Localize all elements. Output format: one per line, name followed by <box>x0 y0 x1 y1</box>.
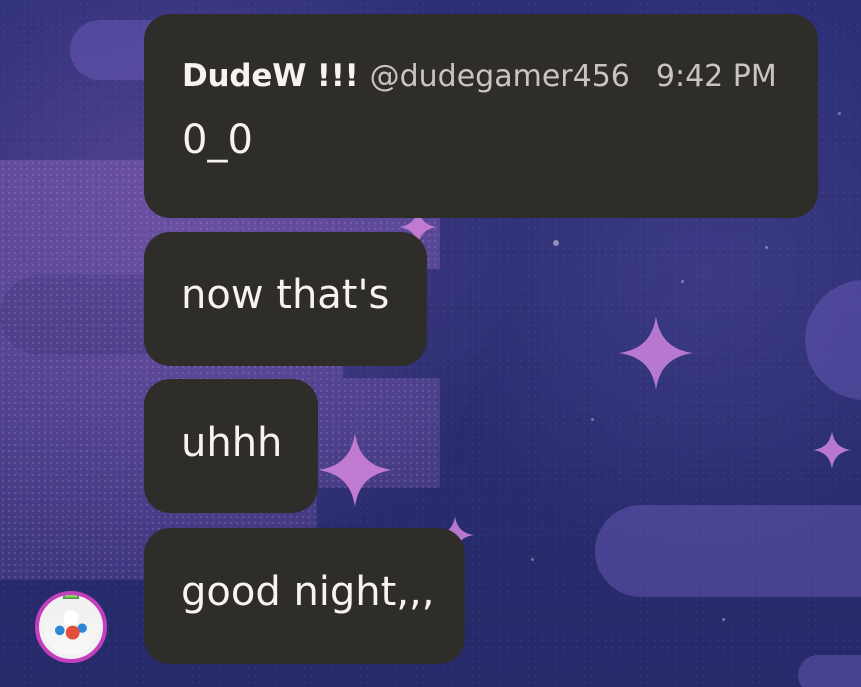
star-decoration <box>811 429 853 471</box>
message-bubble[interactable]: now that's <box>144 232 427 366</box>
star-decoration <box>615 312 697 394</box>
star-dot <box>553 240 559 246</box>
star-dot <box>681 280 684 283</box>
star-dot <box>531 558 534 561</box>
avatar[interactable] <box>35 591 107 663</box>
crown-icon <box>62 595 80 599</box>
star-dot <box>765 246 768 249</box>
user-handle[interactable]: @dudegamer456 <box>370 59 630 94</box>
message-text: uhhh <box>181 420 283 466</box>
message-text: good night,,, <box>181 569 435 615</box>
background-cloud <box>595 505 861 597</box>
star-dot <box>838 112 841 115</box>
message-header: DudeW !!! @dudegamer456 9:42 PM <box>182 58 780 94</box>
message-text: 0_0 <box>182 117 253 163</box>
message-bubble-header[interactable]: DudeW !!! @dudegamer456 9:42 PM 0_0 <box>144 14 818 218</box>
username[interactable]: DudeW !!! <box>182 58 359 94</box>
message-time: 9:42 PM <box>655 59 777 94</box>
message-bubble[interactable]: good night,,, <box>144 528 465 664</box>
background-cloud <box>798 655 861 687</box>
message-bubble[interactable]: uhhh <box>144 379 318 513</box>
star-decoration <box>314 429 396 511</box>
star-dot <box>722 618 725 621</box>
user-avatar-icon <box>43 599 99 655</box>
message-text: now that's <box>181 272 390 318</box>
star-dot <box>591 418 594 421</box>
